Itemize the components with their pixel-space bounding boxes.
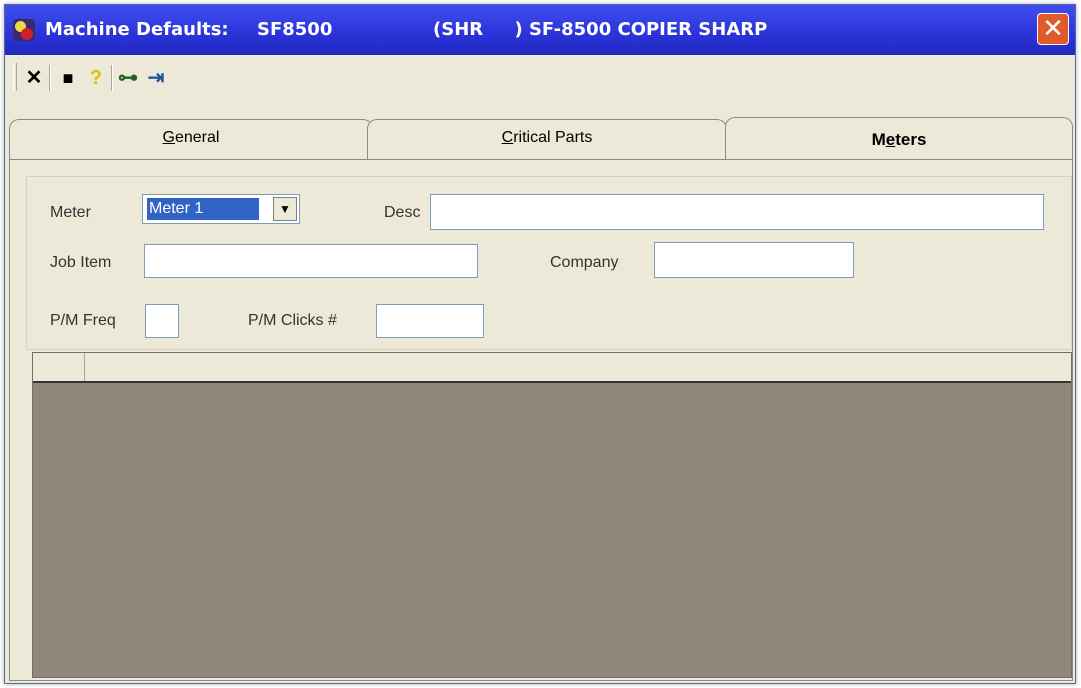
tab-general[interactable]: General: [9, 119, 373, 159]
meter-select[interactable]: Meter 1 ▼: [142, 194, 300, 224]
job-item-label: Job Item: [50, 254, 112, 271]
tab-critical-parts[interactable]: Critical Parts: [367, 119, 727, 159]
help-icon[interactable]: ?: [85, 67, 107, 89]
toolbar-separator: [111, 65, 113, 91]
toolbar-separator: [49, 65, 51, 91]
company-field[interactable]: [654, 242, 854, 278]
company-label: Company: [550, 254, 619, 271]
toolbar-grip[interactable]: [13, 63, 17, 91]
exit-icon[interactable]: ⇥: [145, 67, 167, 89]
desc-field[interactable]: [430, 194, 1044, 230]
job-item-field[interactable]: [144, 244, 478, 278]
title-bar[interactable]: Machine Defaults: SF8500 (SHR ) SF-8500 …: [5, 5, 1075, 55]
save-icon[interactable]: ■: [57, 67, 79, 89]
meters-grid[interactable]: [32, 352, 1072, 678]
pm-clicks-field[interactable]: [376, 304, 484, 338]
window-title-label: Machine Defaults:: [45, 19, 229, 40]
window-close-button[interactable]: ✕: [1037, 13, 1069, 45]
grid-header: [33, 353, 1071, 383]
chevron-down-icon[interactable]: ▼: [273, 197, 297, 221]
tree-icon[interactable]: ⊶: [117, 67, 139, 89]
app-icon: [13, 19, 35, 41]
window-title-machine-desc: (SHR ) SF-8500 COPIER SHARP: [433, 19, 768, 40]
tab-meters[interactable]: Meters: [725, 117, 1073, 161]
pm-freq-field[interactable]: [145, 304, 179, 338]
close-icon[interactable]: ✕: [23, 67, 45, 89]
pm-freq-label: P/M Freq: [50, 312, 116, 329]
meter-select-value: Meter 1: [146, 197, 260, 221]
window-title-machine-code: SF8500: [257, 19, 333, 40]
grid-header-cell[interactable]: [33, 353, 85, 381]
pm-clicks-label: P/M Clicks #: [248, 312, 337, 329]
desc-label: Desc: [384, 204, 421, 221]
meter-label: Meter: [50, 204, 91, 221]
